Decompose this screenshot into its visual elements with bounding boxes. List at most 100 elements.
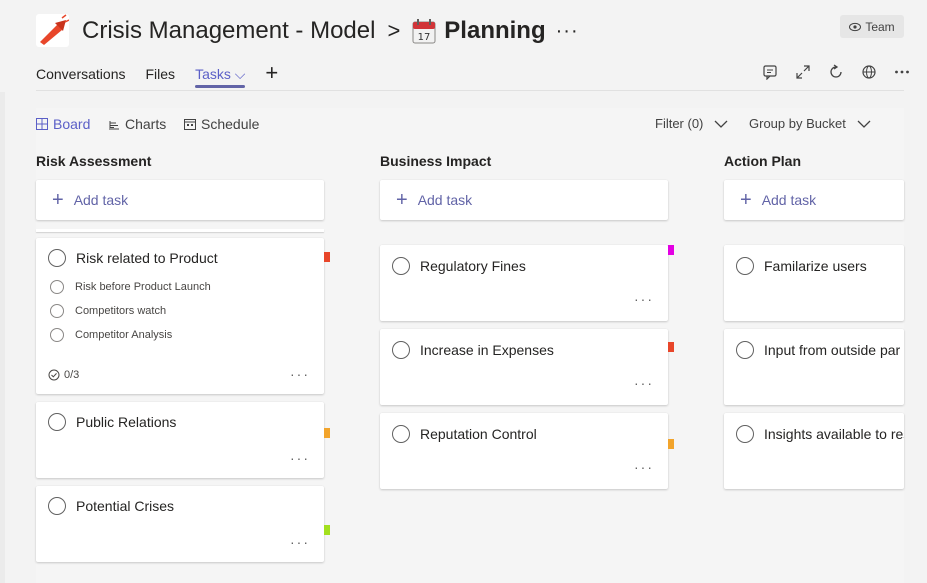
board-toolbar: Board Charts Schedule Filter (0) Group b… (36, 114, 904, 136)
board-icon (36, 118, 48, 130)
plus-icon: + (52, 189, 64, 211)
label-marker (324, 252, 330, 262)
complete-task-checkbox[interactable] (48, 249, 66, 267)
checklist-progress-text: 0/3 (64, 369, 80, 381)
tab-files[interactable]: Files (146, 62, 176, 88)
schedule-icon (184, 119, 196, 130)
header-divider (36, 90, 904, 91)
add-task-button[interactable]: + Add task (380, 180, 668, 220)
globe-icon[interactable] (859, 62, 879, 82)
complete-task-checkbox[interactable] (48, 497, 66, 515)
task-title-row: Regulatory Fines (392, 257, 526, 275)
add-task-button[interactable]: + Add task (36, 180, 324, 220)
task-title-row: Input from outside par (736, 341, 900, 359)
task-more-button[interactable]: ··· (290, 450, 310, 466)
checklist-item: Risk before Product Launch (50, 280, 211, 294)
add-task-label: Add task (761, 192, 817, 208)
bucket-title[interactable]: Business Impact (380, 153, 491, 169)
task-title: Risk related to Product (76, 250, 218, 266)
tab-more-button[interactable]: ··· (556, 20, 579, 43)
checklist-text: Competitors watch (75, 305, 167, 317)
task-title: Increase in Expenses (420, 342, 554, 358)
task-card[interactable]: Reputation Control ··· (380, 413, 668, 489)
plus-icon: + (740, 189, 752, 211)
chart-icon (109, 121, 119, 130)
task-card[interactable]: Increase in Expenses ··· (380, 329, 668, 405)
task-card[interactable]: Risk related to Product Risk before Prod… (36, 238, 324, 394)
plus-icon: + (396, 189, 408, 211)
group-by-label: Group by Bucket (749, 116, 846, 131)
view-board-button[interactable]: Board (36, 116, 90, 132)
task-title: Reputation Control (420, 426, 537, 442)
task-more-button[interactable]: ··· (634, 291, 654, 307)
tab-conversations[interactable]: Conversations (36, 62, 126, 88)
task-card[interactable]: Familarize users (724, 245, 904, 321)
view-schedule-label: Schedule (201, 116, 260, 132)
task-more-button[interactable]: ··· (634, 459, 654, 475)
eye-icon (849, 22, 862, 31)
task-title: Potential Crises (76, 498, 175, 514)
checklist-progress: 0/3 (48, 369, 79, 381)
refresh-icon[interactable] (826, 62, 846, 82)
complete-task-checkbox[interactable] (736, 425, 754, 443)
task-card[interactable]: Insights available to res (724, 413, 904, 489)
checklist-checkbox[interactable] (50, 328, 64, 342)
tab-title[interactable]: Planning (444, 17, 545, 45)
breadcrumb: Crisis Management - Model > 17 Planning … (82, 14, 579, 48)
label-marker (324, 428, 330, 438)
group-by-button[interactable]: Group by Bucket (749, 116, 871, 131)
label-marker (324, 525, 330, 535)
view-schedule-button[interactable]: Schedule (184, 116, 259, 132)
add-task-label: Add task (73, 192, 129, 208)
task-title: Familarize users (764, 258, 867, 274)
checklist-item: Competitor Analysis (50, 328, 172, 342)
expand-icon[interactable] (793, 62, 813, 82)
team-logo[interactable] (36, 14, 70, 47)
more-icon[interactable] (892, 62, 912, 82)
task-more-button[interactable]: ··· (290, 366, 310, 382)
bucket-title[interactable]: Risk Assessment (36, 153, 151, 169)
complete-task-checkbox[interactable] (48, 413, 66, 431)
chat-icon[interactable] (760, 62, 780, 82)
svg-text:17: 17 (418, 32, 431, 43)
header-actions (760, 62, 912, 82)
complete-task-checkbox[interactable] (392, 257, 410, 275)
filter-button[interactable]: Filter (0) (655, 116, 728, 131)
team-badge-label: Team (865, 19, 895, 34)
checklist-text: Risk before Product Launch (75, 281, 211, 293)
task-card[interactable]: Input from outside par (724, 329, 904, 405)
task-card[interactable]: Potential Crises ··· (36, 486, 324, 562)
team-name[interactable]: Crisis Management - Model (82, 17, 375, 45)
add-tab-button[interactable]: + (265, 62, 278, 84)
channel-tabs: Conversations Files Tasks ⌵ + (36, 62, 278, 90)
team-badge[interactable]: Team (840, 15, 904, 38)
checklist-checkbox[interactable] (50, 280, 64, 294)
task-title-row: Increase in Expenses (392, 341, 554, 359)
task-title-row: Reputation Control (392, 425, 537, 443)
task-title: Public Relations (76, 414, 177, 430)
task-title: Input from outside par (764, 342, 901, 358)
task-card[interactable]: Regulatory Fines ··· (380, 245, 668, 321)
label-marker (668, 245, 674, 255)
tab-tasks[interactable]: Tasks ⌵ (195, 62, 246, 88)
add-task-button[interactable]: + Add task (724, 180, 904, 220)
task-title-row: Familarize users (736, 257, 867, 275)
complete-task-checkbox[interactable] (736, 257, 754, 275)
filter-label: Filter (0) (655, 116, 704, 131)
task-card[interactable]: Public Relations ··· (36, 402, 324, 478)
checklist-checkbox[interactable] (50, 304, 64, 318)
task-more-button[interactable]: ··· (290, 534, 310, 550)
label-marker (668, 342, 674, 352)
complete-task-checkbox[interactable] (392, 341, 410, 359)
task-title-row: Potential Crises (48, 497, 174, 515)
complete-task-checkbox[interactable] (392, 425, 410, 443)
task-more-button[interactable]: ··· (634, 375, 654, 391)
channel-header: Crisis Management - Model > 17 Planning … (0, 0, 927, 92)
checklist-text: Competitor Analysis (75, 329, 173, 341)
task-title-row: Risk related to Product (48, 249, 218, 267)
bucket-title[interactable]: Action Plan (724, 153, 801, 169)
calendar-icon: 17 (412, 18, 436, 43)
complete-task-checkbox[interactable] (736, 341, 754, 359)
view-charts-button[interactable]: Charts (108, 116, 166, 132)
label-marker (668, 439, 674, 449)
